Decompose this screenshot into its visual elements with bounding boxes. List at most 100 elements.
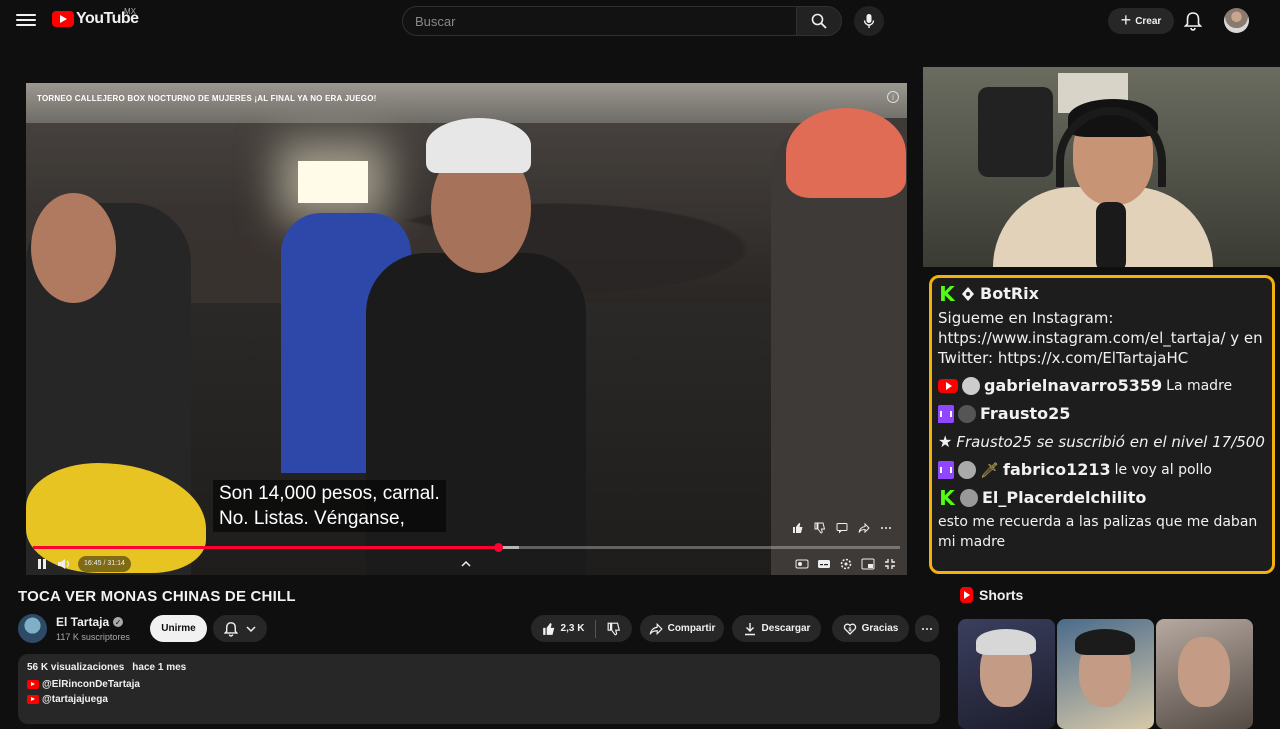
progress-played <box>33 546 499 549</box>
webcam-jersey <box>978 87 1053 177</box>
miniplayer-icon[interactable] <box>861 557 875 571</box>
search-input[interactable] <box>403 7 796 35</box>
video-person-left-head <box>31 193 116 303</box>
fullscreen-exit-icon[interactable] <box>883 557 897 571</box>
progress-bar[interactable] <box>33 543 900 552</box>
twitch-icon <box>938 405 954 423</box>
youtube-play-icon <box>52 11 74 27</box>
more-icon[interactable] <box>880 521 892 533</box>
svg-text:$: $ <box>848 627 852 633</box>
channel-avatar[interactable] <box>18 614 47 643</box>
account-avatar[interactable] <box>1224 8 1249 33</box>
download-label: Descargar <box>761 623 811 634</box>
player-controls: 16:45 / 31:14 <box>26 553 907 575</box>
like-icon[interactable] <box>792 521 804 533</box>
share-button[interactable]: Compartir <box>640 615 724 642</box>
bot-badge-icon <box>962 287 974 301</box>
search-button[interactable] <box>796 6 842 36</box>
video-scene-ceiling <box>26 83 907 123</box>
download-icon <box>744 622 755 635</box>
youtube-icon <box>938 379 958 393</box>
hamburger-menu-icon[interactable] <box>16 11 36 31</box>
video-person-main-cap <box>426 118 531 173</box>
thanks-button[interactable]: $ Gracias <box>832 615 909 642</box>
subtitles-icon[interactable] <box>817 557 831 571</box>
short-thumbnail[interactable] <box>1057 619 1154 729</box>
video-overlay-actions <box>792 521 892 534</box>
more-actions-button[interactable] <box>915 615 939 642</box>
like-dislike-group: 2,3 K <box>531 615 632 642</box>
like-button-icon[interactable] <box>542 622 556 636</box>
description-channel-link[interactable]: @ElRinconDeTartaja <box>27 679 931 690</box>
youtube-icon <box>27 695 39 704</box>
share-icon <box>649 622 663 635</box>
channel-name-link[interactable]: El Tartaja ✓ <box>56 615 124 629</box>
top-bar: YouTube MX + Crear <box>0 0 1280 42</box>
chat-overlay: K BotRix Sigueme en Instagram: https://w… <box>929 275 1275 574</box>
chat-text: le voy al pollo <box>1114 462 1212 478</box>
volume-icon[interactable] <box>57 557 71 571</box>
video-player[interactable]: TORNEO CALLEJERO BOX NOCTURNO DE MUJERES… <box>26 83 907 575</box>
video-overlay-title[interactable]: TORNEO CALLEJERO BOX NOCTURNO DE MUJERES… <box>37 94 377 103</box>
voice-search-button[interactable] <box>854 6 884 36</box>
chat-username: El_Placerdelchilito <box>982 488 1147 507</box>
share-icon[interactable] <box>858 521 870 534</box>
create-button[interactable]: + Crear <box>1108 8 1174 34</box>
country-code: MX <box>124 7 136 16</box>
chat-username: gabrielnavarro5359 <box>984 376 1163 395</box>
join-button[interactable]: Unirme <box>150 615 207 642</box>
notifications-bell-icon[interactable] <box>1183 11 1204 31</box>
chat-message: K El_Placerdelchilito esto me recuerda a… <box>938 488 1266 552</box>
share-label: Compartir <box>667 623 716 634</box>
description-box[interactable]: 56 K visualizaciones hace 1 mes @ElRinco… <box>18 654 940 724</box>
youtube-icon <box>27 680 39 689</box>
short-thumbnail[interactable] <box>1156 619 1253 729</box>
caption-line-1: Son 14,000 pesos, carnal. <box>219 483 440 504</box>
chat-message: K BotRix Sigueme en Instagram: https://w… <box>938 284 1266 368</box>
chat-username: BotRix <box>980 284 1039 303</box>
chat-text: Sigueme en Instagram: https://www.instag… <box>938 309 1263 367</box>
view-count: 56 K visualizaciones <box>27 662 125 673</box>
shorts-title: Shorts <box>979 587 1024 603</box>
download-button[interactable]: Descargar <box>732 615 821 642</box>
upload-age: hace 1 mes <box>132 662 187 673</box>
chat-username: fabrico1213 <box>1003 460 1111 479</box>
search-box <box>402 6 797 36</box>
subscriber-count: 117 K suscriptores <box>56 632 130 642</box>
shorts-icon <box>960 587 973 603</box>
dislike-button-icon[interactable] <box>607 622 621 636</box>
description-channel-link[interactable]: @tartajajuega <box>27 694 931 705</box>
comment-icon[interactable] <box>836 521 848 534</box>
settings-gear-icon[interactable] <box>839 557 853 571</box>
thanks-label: Gracias <box>861 623 899 634</box>
avatar <box>962 377 980 395</box>
time-display: 16:45 / 31:14 <box>78 556 131 572</box>
chat-message: 🗡 fabrico1213 le voy al pollo <box>938 460 1266 480</box>
progress-scrubber-handle[interactable] <box>494 543 504 552</box>
chat-username: Frausto25 <box>980 404 1071 423</box>
pause-icon[interactable] <box>35 557 49 571</box>
kick-icon: K <box>939 282 955 306</box>
like-count[interactable]: 2,3 K <box>561 623 585 634</box>
verified-check-icon: ✓ <box>113 617 124 627</box>
autoplay-icon[interactable] <box>795 557 809 571</box>
chat-message: Frausto25 <box>938 404 1266 424</box>
subscription-bell-button[interactable] <box>213 615 267 642</box>
dislike-icon[interactable] <box>814 521 826 534</box>
microphone-icon <box>863 14 875 28</box>
description-meta: 56 K visualizaciones hace 1 mes <box>27 662 931 673</box>
webcam-microphone <box>1096 202 1126 267</box>
player-right-controls <box>795 557 897 571</box>
more-horizontal-icon <box>922 627 932 630</box>
short-thumbnail[interactable] <box>958 619 1055 729</box>
avatar <box>958 461 976 479</box>
chevron-down-icon <box>246 625 256 632</box>
caption-line-2: No. Listas. Vénganse, <box>219 508 405 529</box>
info-icon[interactable]: i <box>887 91 899 103</box>
short-thumbnail-hair <box>1075 629 1135 655</box>
thanks-heart-icon: $ <box>843 623 856 635</box>
youtube-logo[interactable]: YouTube MX <box>52 7 139 28</box>
kick-icon: K <box>939 486 955 510</box>
chevron-up-icon[interactable] <box>460 557 472 569</box>
video-person-right-hair <box>786 108 906 198</box>
